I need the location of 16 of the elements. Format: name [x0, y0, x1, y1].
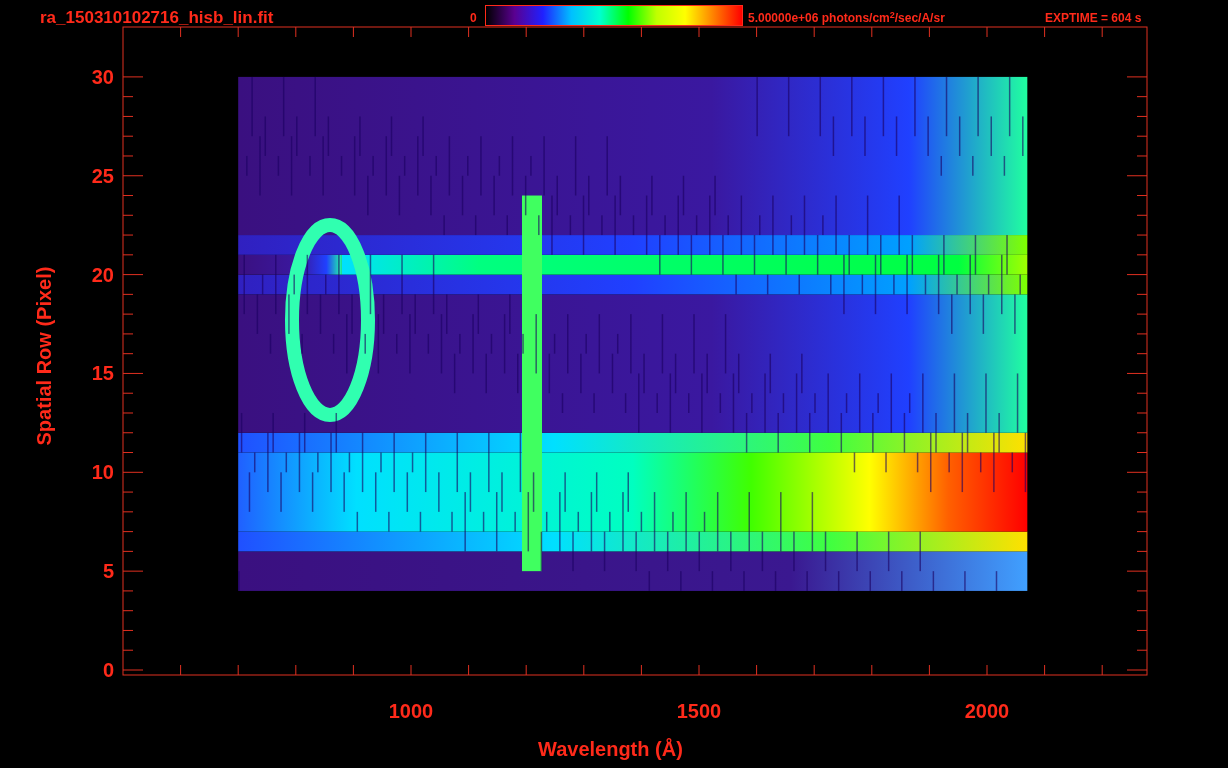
y-tick-label: 5	[101, 560, 114, 583]
file-title: ra_150310102716_hisb_lin.fit	[40, 8, 274, 28]
y-tick-label: 0	[101, 659, 114, 681]
y-tick-label: 20	[90, 263, 114, 286]
y-axis-title: Spatial Row (Pixel)	[33, 266, 55, 446]
x-tick-label: 1000	[387, 700, 435, 722]
colorbar-min-label: 0	[470, 11, 477, 25]
exposure-time: EXPTIME = 604 s	[1045, 11, 1142, 25]
y-tick-label: 10	[90, 461, 114, 484]
y-tick-label: 25	[90, 164, 114, 187]
x-tick-label: 2000	[963, 700, 1011, 722]
y-tick-label: 30	[90, 65, 114, 88]
colorbar-max-label: 5.00000e+06 photons/cm$^{2}$/sec/A/sr	[748, 11, 945, 25]
x-tick-label: 1500	[675, 700, 723, 722]
x-axis-title: Wavelength (Å)	[538, 738, 683, 760]
y-tick-label: 15	[90, 362, 114, 385]
